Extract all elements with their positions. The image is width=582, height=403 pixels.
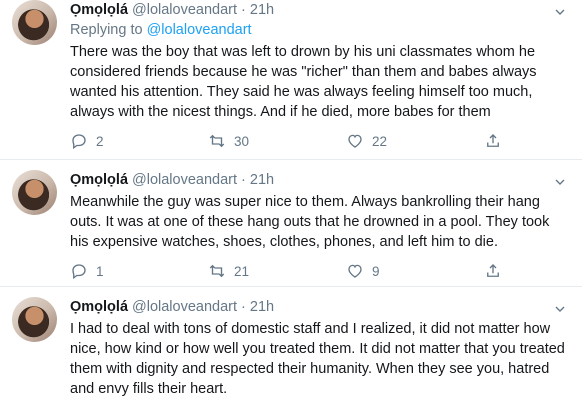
tweet[interactable]: Ọmọlọlá @lolaloveandart · 21h I had to d…: [0, 287, 582, 403]
reply-count: 2: [96, 133, 104, 149]
share-icon: [487, 264, 499, 277]
share-icon: [487, 134, 499, 147]
timestamp[interactable]: 21h: [250, 297, 274, 317]
retweet-icon: [209, 134, 225, 148]
chevron-down-icon[interactable]: [552, 174, 568, 190]
user-handle[interactable]: @lolaloveandart: [132, 0, 237, 20]
tweet-text: I had to deal with tons of domestic staf…: [70, 321, 565, 397]
display-name[interactable]: Ọmọlọlá: [70, 0, 128, 20]
retweet-button[interactable]: 30: [208, 132, 346, 150]
like-count: 22: [372, 133, 388, 149]
like-count: 9: [372, 263, 380, 279]
retweet-count: 21: [234, 263, 250, 279]
separator-dot: ·: [241, 299, 246, 315]
avatar[interactable]: [12, 0, 57, 45]
like-icon: [348, 264, 362, 278]
tweet-header: Ọmọlọlá @lolaloveandart · 21h: [70, 0, 568, 20]
tweet-thread: Ọmọlọlá @lolaloveandart · 21h Replying t…: [0, 0, 582, 403]
reply-count: 1: [96, 263, 104, 279]
avatar[interactable]: [12, 297, 57, 342]
tweet-actions: 1 21 9: [70, 262, 568, 280]
retweet-count: 30: [234, 133, 250, 149]
reply-mention-link[interactable]: @lolaloveandart: [147, 22, 252, 38]
tweet[interactable]: Ọmọlọlá @lolaloveandart · 21h Replying t…: [0, 0, 582, 160]
timestamp[interactable]: 21h: [250, 0, 274, 20]
retweet-button[interactable]: 21: [208, 262, 346, 280]
share-button[interactable]: [484, 132, 510, 150]
replying-to-label: Replying to: [70, 22, 143, 38]
tweet-header: Ọmọlọlá @lolaloveandart · 21h: [70, 297, 568, 317]
chevron-down-icon[interactable]: [552, 301, 568, 317]
timestamp[interactable]: 21h: [250, 170, 274, 190]
separator-dot: ·: [241, 2, 246, 18]
tweet-text: There was the boy that was left to drown…: [70, 44, 537, 120]
user-handle[interactable]: @lolaloveandart: [132, 297, 237, 317]
user-handle[interactable]: @lolaloveandart: [132, 170, 237, 190]
chevron-down-icon[interactable]: [552, 4, 568, 20]
retweet-icon: [209, 264, 225, 278]
replying-to: Replying to @lolaloveandart: [70, 20, 568, 40]
tweet[interactable]: Ọmọlọlá @lolaloveandart · 21h Meanwhile …: [0, 160, 582, 287]
like-button[interactable]: 22: [346, 132, 484, 150]
reply-button[interactable]: 2: [70, 132, 208, 150]
tweet-actions: 2 30 22: [70, 132, 568, 150]
like-button[interactable]: 9: [346, 262, 484, 280]
share-button[interactable]: [484, 262, 510, 280]
reply-icon: [72, 264, 86, 280]
reply-button[interactable]: 1: [70, 262, 208, 280]
like-icon: [348, 134, 362, 148]
display-name[interactable]: Ọmọlọlá: [70, 170, 128, 190]
reply-icon: [72, 134, 86, 150]
avatar[interactable]: [12, 170, 57, 215]
tweet-text: Meanwhile the guy was super nice to them…: [70, 194, 550, 250]
tweet-header: Ọmọlọlá @lolaloveandart · 21h: [70, 170, 568, 190]
display-name[interactable]: Ọmọlọlá: [70, 297, 128, 317]
separator-dot: ·: [241, 172, 246, 188]
